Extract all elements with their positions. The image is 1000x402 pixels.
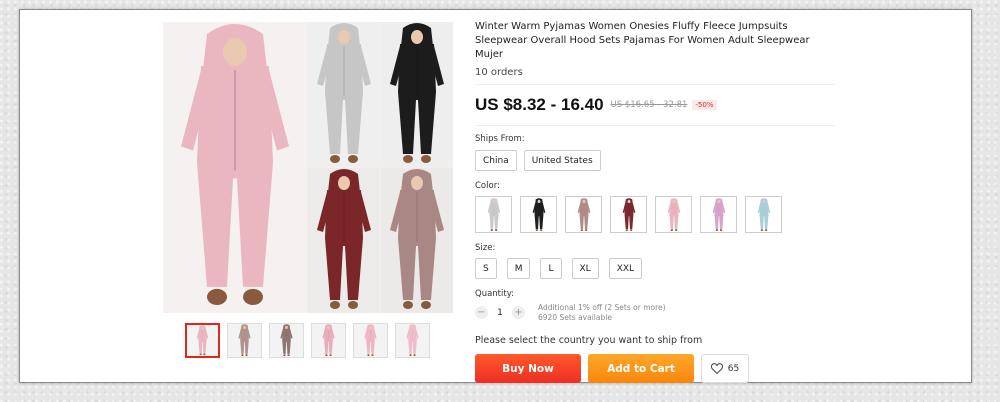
shipping-message: Please select the country you want to sh… xyxy=(475,335,703,346)
ships-from-option-united-states[interactable]: United States xyxy=(523,150,601,171)
wine-onesie-figure xyxy=(317,169,371,309)
size-option-l[interactable]: L xyxy=(540,258,562,279)
quantity-stepper: − 1 + Additional 1% off (2 Sets or more)… xyxy=(475,303,835,322)
main-product-image[interactable] xyxy=(163,22,453,313)
ships-from-options: China United States xyxy=(475,150,835,171)
color-swatch-1[interactable] xyxy=(475,196,512,233)
original-price: US $16.65 - 32.81 xyxy=(610,100,688,110)
quantity-label: Quantity: xyxy=(475,289,514,299)
color-swatch-4[interactable] xyxy=(610,196,647,233)
add-to-cart-button[interactable]: Add to Cart xyxy=(588,354,694,383)
image-panel-pink xyxy=(163,22,307,313)
image-panel-black xyxy=(381,22,453,167)
thumbnail-2[interactable] xyxy=(227,323,262,358)
thumbnail-figure xyxy=(406,324,419,357)
thumbnail-figure xyxy=(364,324,377,357)
decrease-quantity-button[interactable]: − xyxy=(475,306,488,319)
divider xyxy=(475,84,835,85)
thumbnail-strip xyxy=(185,323,430,358)
swatch-figure xyxy=(577,197,590,231)
grey-onesie-figure xyxy=(317,23,371,163)
swatch-figure xyxy=(487,197,500,231)
swatch-figure xyxy=(757,197,770,231)
thumbnail-5[interactable] xyxy=(353,323,388,358)
thumbnail-figure xyxy=(238,324,251,357)
product-title: Winter Warm Pyjamas Women Onesies Fluffy… xyxy=(475,21,810,60)
swatch-figure xyxy=(712,197,725,231)
thumbnail-1[interactable] xyxy=(185,323,220,358)
color-swatch-3[interactable] xyxy=(565,196,602,233)
order-count: 10 orders xyxy=(475,67,523,78)
price-row: US $8.32 - 16.40 US $16.65 - 32.81 -50% xyxy=(475,93,835,117)
size-option-m[interactable]: M xyxy=(506,258,531,279)
size-label: Size: xyxy=(475,243,496,253)
ships-from-option-china[interactable]: China xyxy=(475,150,517,171)
black-onesie-figure xyxy=(390,23,444,163)
size-option-xxl[interactable]: XXL xyxy=(608,258,643,279)
size-options: S M L XL XXL xyxy=(475,258,835,279)
color-label: Color: xyxy=(475,181,500,191)
image-panel-wine xyxy=(308,168,380,313)
ships-from-label: Ships From: xyxy=(475,134,525,144)
discount-badge: -50% xyxy=(692,100,717,110)
thumbnail-6[interactable] xyxy=(395,323,430,358)
stock-available: 6920 Sets available xyxy=(538,312,612,322)
bulk-discount-note: Additional 1% off (2 Sets or more) xyxy=(538,303,666,312)
wishlist-button[interactable]: 65 xyxy=(701,354,749,383)
buy-now-button[interactable]: Buy Now xyxy=(475,354,581,383)
color-swatch-5[interactable] xyxy=(655,196,692,233)
divider xyxy=(475,125,835,126)
thumbnail-figure xyxy=(280,324,293,357)
quantity-value[interactable]: 1 xyxy=(488,308,512,318)
product-info: Winter Warm Pyjamas Women Onesies Fluffy… xyxy=(475,20,835,383)
swatch-figure xyxy=(532,197,545,231)
thumbnail-figure xyxy=(322,324,335,357)
current-price: US $8.32 - 16.40 xyxy=(475,95,604,114)
color-swatch-6[interactable] xyxy=(700,196,737,233)
swatch-figure xyxy=(667,197,680,231)
color-swatch-2[interactable] xyxy=(520,196,557,233)
image-panel-grey xyxy=(308,22,380,167)
image-panel-mauve xyxy=(381,168,453,313)
mauve-onesie-figure xyxy=(390,169,444,309)
quantity-note: Additional 1% off (2 Sets or more) 6920 … xyxy=(538,303,666,322)
swatch-figure xyxy=(622,197,635,231)
action-buttons: Buy Now Add to Cart 65 xyxy=(475,354,835,383)
heart-icon xyxy=(710,363,723,374)
pink-onesie-figure xyxy=(181,24,289,305)
size-option-s[interactable]: S xyxy=(475,258,497,279)
product-card: Winter Warm Pyjamas Women Onesies Fluffy… xyxy=(19,9,972,383)
color-swatch-7[interactable] xyxy=(745,196,782,233)
size-option-xl[interactable]: XL xyxy=(571,258,599,279)
increase-quantity-button[interactable]: + xyxy=(512,306,525,319)
thumbnail-4[interactable] xyxy=(311,323,346,358)
color-swatches xyxy=(475,196,835,233)
thumbnail-figure xyxy=(196,325,209,356)
thumbnail-3[interactable] xyxy=(269,323,304,358)
wishlist-count: 65 xyxy=(727,363,740,374)
